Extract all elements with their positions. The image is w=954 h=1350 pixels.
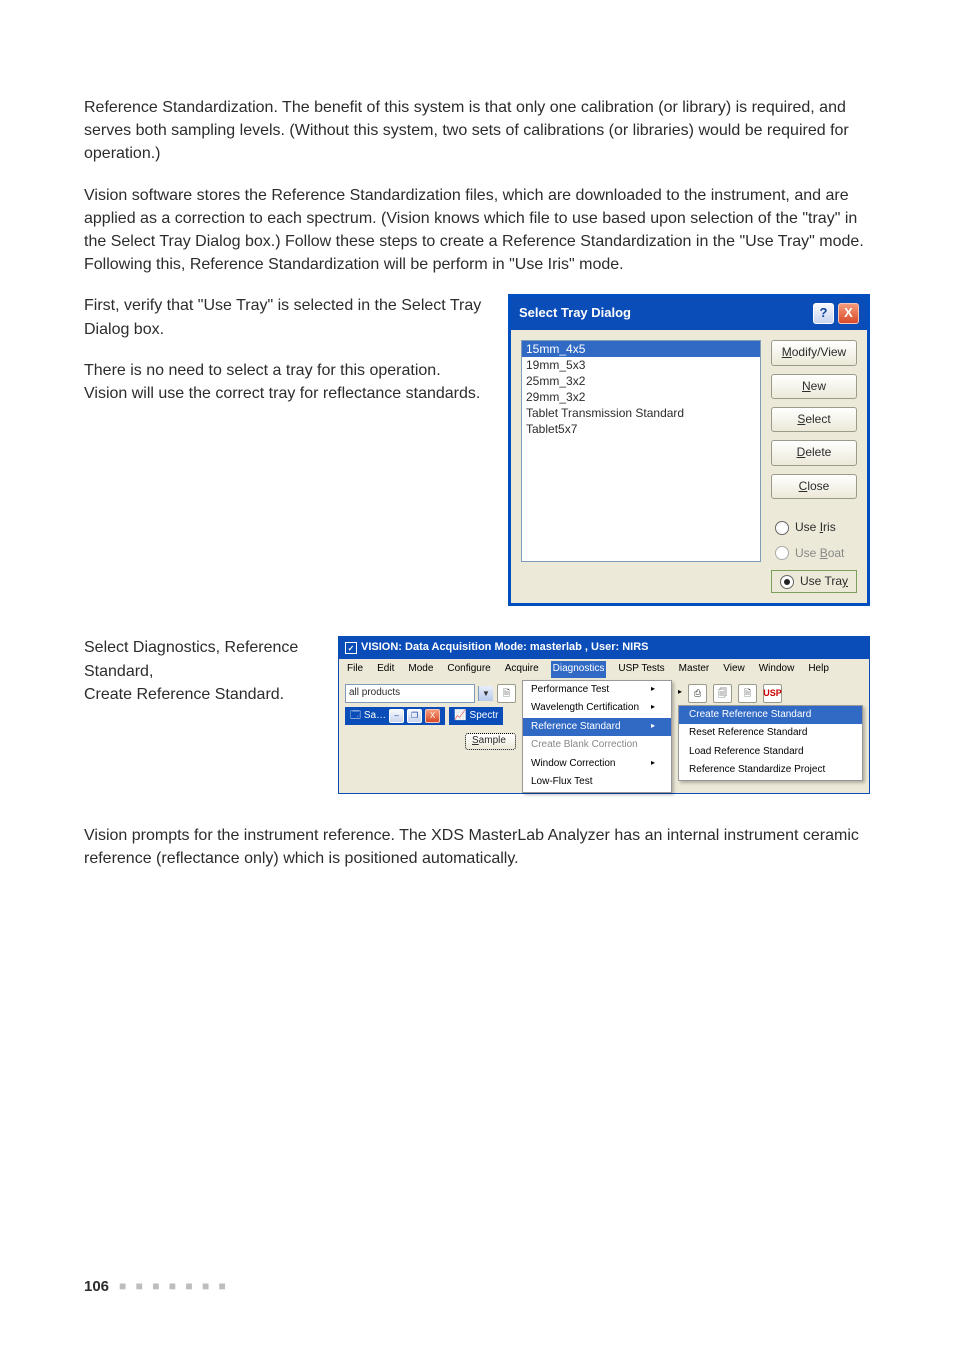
child-window-spectr[interactable]: 📈Spectr	[449, 707, 503, 726]
row1-text-2: There is no need to select a tray for th…	[84, 359, 484, 405]
toolbar-icon[interactable]: 🗎	[738, 684, 757, 703]
submenu-item[interactable]: Reset Reference Standard	[679, 724, 862, 743]
menu-mode[interactable]: Mode	[406, 661, 435, 678]
menu-usp-tests[interactable]: USP Tests	[616, 661, 666, 678]
menu-help[interactable]: Help	[806, 661, 831, 678]
submenu-arrow-icon: ▸	[678, 686, 682, 703]
vision-title: VISION: Data Acquisition Mode: masterlab…	[361, 640, 648, 656]
use-tray-radio[interactable]: Use Tray	[776, 573, 852, 590]
reference-standard-submenu[interactable]: Create Reference Standard Reset Referenc…	[678, 705, 863, 781]
product-combobox[interactable]: all products	[345, 684, 475, 703]
select-button[interactable]: Select	[771, 407, 857, 432]
vision-window: ✓ VISION: Data Acquisition Mode: masterl…	[338, 636, 870, 793]
chevron-down-icon[interactable]: ▼	[478, 686, 493, 701]
use-boat-radio: Use Boat	[771, 545, 857, 562]
footer-dots-icon: ■ ■ ■ ■ ■ ■ ■	[119, 1278, 229, 1295]
close-icon[interactable]: X	[425, 709, 440, 723]
menu-edit[interactable]: Edit	[375, 661, 396, 678]
help-icon[interactable]: ?	[813, 303, 834, 324]
dropdown-item: Create Blank Correction	[523, 736, 671, 755]
list-item[interactable]: 29mm_3x2	[522, 389, 760, 405]
menu-acquire[interactable]: Acquire	[503, 661, 541, 678]
submenu-item[interactable]: Reference Standardize Project	[679, 761, 862, 780]
new-button[interactable]: New	[771, 374, 857, 399]
child-window-sa[interactable]: 🗔Sa… – ❐ X	[345, 707, 445, 726]
dropdown-item[interactable]: Wavelength Certification▸	[523, 699, 671, 718]
submenu-item-create[interactable]: Create Reference Standard	[679, 706, 862, 725]
list-item[interactable]: 15mm_4x5	[522, 341, 760, 357]
usp-button[interactable]: USP	[763, 684, 782, 703]
row2-line-1: Select Diagnostics, Reference Standard,	[84, 636, 314, 682]
sample-button[interactable]: Sample	[465, 733, 516, 750]
menu-window[interactable]: Window	[757, 661, 797, 678]
select-tray-dialog: Select Tray Dialog ? X 15mm_4x5 19mm_5x3…	[508, 294, 870, 606]
menu-master[interactable]: Master	[677, 661, 712, 678]
list-item[interactable]: 19mm_5x3	[522, 357, 760, 373]
menu-bar[interactable]: File Edit Mode Configure Acquire Diagnos…	[339, 659, 869, 680]
document-icon[interactable]: 🗎	[497, 684, 516, 703]
toolbar-icon[interactable]: ⎙	[688, 684, 707, 703]
menu-configure[interactable]: Configure	[445, 661, 492, 678]
paragraph-2: Vision software stores the Reference Sta…	[84, 184, 870, 277]
menu-file[interactable]: File	[345, 661, 365, 678]
modify-view-button[interactable]: Modify/View	[771, 340, 857, 365]
dropdown-item[interactable]: Performance Test▸	[523, 681, 671, 700]
minimize-icon[interactable]: –	[389, 709, 404, 723]
row2-line-2: Create Reference Standard.	[84, 683, 314, 706]
menu-view[interactable]: View	[721, 661, 747, 678]
list-item[interactable]: Tablet5x7	[522, 421, 760, 437]
submenu-item[interactable]: Load Reference Standard	[679, 743, 862, 762]
use-iris-radio[interactable]: Use Iris	[771, 519, 857, 536]
dropdown-item[interactable]: Low-Flux Test	[523, 773, 671, 792]
paragraph-3: Vision prompts for the instrument refere…	[84, 824, 870, 870]
page-number: 106	[84, 1276, 109, 1298]
menu-diagnostics[interactable]: Diagnostics	[551, 661, 607, 678]
toolbar-icon[interactable]: 🗐	[713, 684, 732, 703]
list-item[interactable]: 25mm_3x2	[522, 373, 760, 389]
dropdown-item[interactable]: Window Correction▸	[523, 755, 671, 774]
tray-listbox[interactable]: 15mm_4x5 19mm_5x3 25mm_3x2 29mm_3x2 Tabl…	[521, 340, 761, 562]
close-icon[interactable]: X	[838, 303, 859, 324]
app-icon: ✓	[345, 642, 357, 654]
close-button[interactable]: Close	[771, 474, 857, 499]
row1-text-1: First, verify that "Use Tray" is selecte…	[84, 294, 484, 340]
paragraph-1: Reference Standardization. The benefit o…	[84, 96, 870, 166]
dialog-title: Select Tray Dialog	[519, 304, 631, 323]
delete-button[interactable]: Delete	[771, 440, 857, 465]
maximize-icon[interactable]: ❐	[407, 709, 422, 723]
list-item[interactable]: Tablet Transmission Standard	[522, 405, 760, 421]
diagnostics-dropdown[interactable]: Performance Test▸ Wavelength Certificati…	[522, 680, 672, 793]
dropdown-item-reference-standard[interactable]: Reference Standard▸	[523, 718, 671, 737]
